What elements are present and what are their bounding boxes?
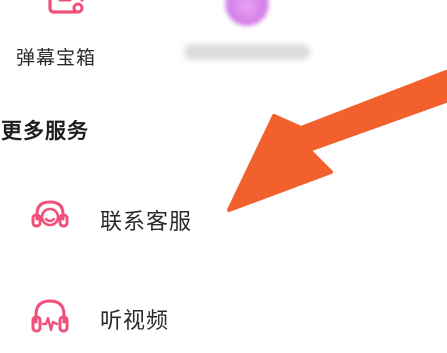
gift-box-icon bbox=[48, 0, 84, 14]
service-item-contact-support[interactable]: 联系客服 bbox=[0, 185, 447, 255]
section-title-more-services: 更多服务 bbox=[1, 119, 89, 143]
headphone-wave-icon bbox=[31, 299, 69, 333]
service-item-listen-video[interactable]: 听视频 bbox=[0, 283, 447, 353]
blurred-label bbox=[184, 44, 310, 60]
top-feature-row: 弹幕宝箱 bbox=[0, 0, 447, 80]
service-label-contact-support: 联系客服 bbox=[100, 210, 193, 235]
gift-box-label: 弹幕宝箱 bbox=[16, 47, 97, 69]
headset-icon bbox=[31, 200, 69, 228]
avatar bbox=[225, 0, 269, 26]
service-label-listen-video: 听视频 bbox=[100, 309, 170, 334]
